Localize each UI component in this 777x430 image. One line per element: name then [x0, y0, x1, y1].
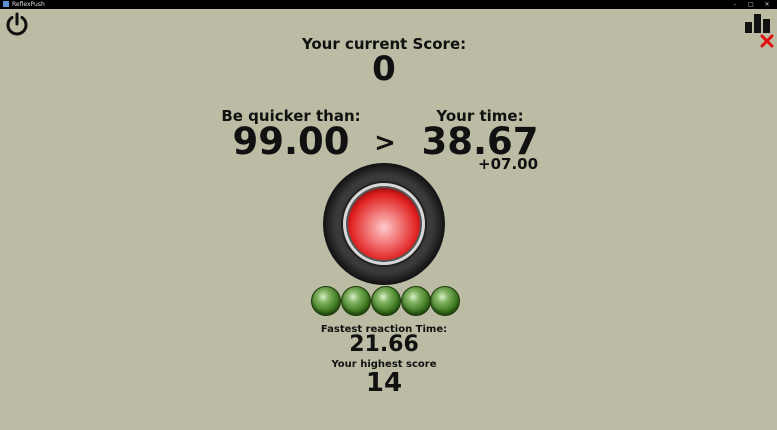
close-icon[interactable] — [760, 33, 774, 48]
time-delta: +07.00 — [478, 155, 539, 173]
comparison-symbol: > — [374, 128, 396, 158]
progress-light-4 — [401, 286, 431, 316]
app-icon — [3, 1, 9, 7]
fastest-value: 21.66 — [349, 332, 419, 357]
score-value: 0 — [372, 49, 396, 89]
progress-light-3 — [371, 286, 401, 316]
reaction-button[interactable] — [322, 162, 446, 286]
window-title: ReflexPush — [12, 1, 45, 8]
progress-light-5 — [430, 286, 460, 316]
target-value: 99.00 — [232, 120, 350, 163]
bar-chart-icon[interactable] — [744, 13, 772, 33]
window-close-button[interactable]: ✕ — [760, 0, 774, 9]
maximize-button[interactable]: □ — [744, 0, 758, 9]
power-icon[interactable] — [5, 12, 29, 36]
highest-value: 14 — [365, 368, 403, 398]
minimize-button[interactable]: – — [728, 0, 742, 9]
progress-light-1 — [311, 286, 341, 316]
window-titlebar: ReflexPush – □ ✕ — [0, 0, 777, 9]
progress-light-2 — [341, 286, 371, 316]
